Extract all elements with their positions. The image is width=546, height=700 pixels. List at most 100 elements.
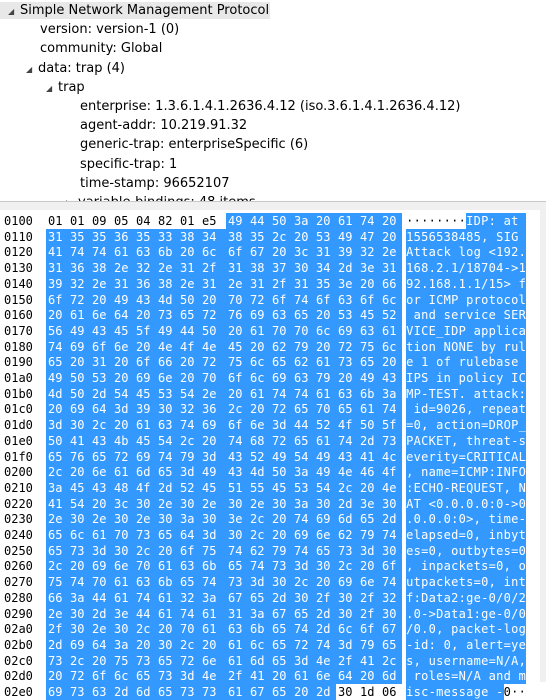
ascii-char[interactable]: 2 [518, 589, 526, 606]
ascii-char[interactable]: y [496, 370, 504, 386]
ascii-char[interactable]: 8 [451, 228, 459, 245]
hex-byte[interactable]: 61 [156, 558, 178, 575]
hex-byte[interactable]: 73 [336, 354, 358, 371]
hex-byte[interactable]: 2f [358, 605, 380, 622]
ascii-char[interactable]: d [421, 401, 429, 418]
ascii-char[interactable]: S [496, 228, 504, 245]
ascii-char[interactable]: t [488, 621, 496, 638]
hex-byte[interactable]: 2c [248, 527, 270, 543]
hex-byte[interactable]: 72 [270, 432, 292, 449]
hex-byte[interactable]: 65 [292, 307, 314, 324]
ascii-char[interactable]: M [406, 385, 414, 402]
ascii-char[interactable]: s [413, 684, 421, 700]
hex-byte[interactable]: 66 [46, 589, 68, 606]
ascii-char[interactable]: R [518, 307, 526, 324]
hex-byte[interactable]: 30 [68, 621, 90, 638]
hex-byte[interactable]: 6e [112, 558, 134, 575]
ascii-char[interactable]: - [481, 589, 489, 606]
ascii-char[interactable]: 2 [511, 244, 519, 261]
ascii-char[interactable]: a [511, 401, 519, 418]
ascii-char[interactable]: p [481, 322, 489, 339]
ascii-char[interactable]: u [511, 338, 519, 355]
hex-byte[interactable]: 63 [226, 621, 248, 638]
hex-byte[interactable]: 74 [90, 244, 112, 261]
hex-byte[interactable]: 70 [314, 401, 336, 418]
hex-byte[interactable]: 69 [68, 401, 90, 418]
ascii-char[interactable] [443, 542, 451, 559]
ascii-char[interactable]: O [518, 464, 526, 481]
hex-byte[interactable]: 2c [336, 558, 358, 575]
ascii-char[interactable]: - [421, 605, 429, 622]
hex-byte[interactable]: 53 [292, 479, 314, 496]
ascii-char[interactable]: a [496, 432, 504, 449]
ascii-char[interactable]: N [458, 338, 466, 355]
hex-byte[interactable]: 6f [270, 291, 292, 308]
ascii-char[interactable]: 5 [473, 228, 481, 245]
ascii-char[interactable]: / [511, 589, 519, 606]
hex-byte[interactable]: 73 [336, 542, 358, 559]
hex-byte[interactable]: 20 [156, 542, 178, 559]
hex-byte[interactable]: 20 [68, 558, 90, 575]
ascii-char[interactable]: I [496, 448, 504, 465]
hex-byte[interactable]: 2d [90, 385, 112, 402]
hex-byte[interactable]: 74 [200, 574, 226, 591]
ascii-char[interactable]: = [503, 636, 511, 653]
hex-byte[interactable]: 61 [112, 574, 134, 591]
ascii-char[interactable]: = [473, 574, 481, 591]
ascii-char[interactable]: t [473, 558, 481, 575]
ascii-char[interactable] [421, 291, 429, 308]
ascii-char[interactable]: : [473, 605, 481, 622]
ascii-char[interactable]: 0 [504, 684, 512, 700]
hex-byte[interactable]: 6b [358, 385, 380, 402]
ascii-char[interactable]: N [443, 338, 451, 355]
hex-byte[interactable]: 30 [112, 621, 134, 638]
hex-byte[interactable]: 2e [90, 511, 112, 528]
hex-byte[interactable]: 63 [336, 385, 358, 402]
hex-byte[interactable]: 75 [46, 574, 68, 591]
hex-byte[interactable]: 69 [46, 684, 68, 700]
hex-byte[interactable]: 73 [270, 558, 292, 575]
ascii-char[interactable]: t [503, 432, 511, 449]
hex-byte[interactable]: 35 [248, 228, 270, 245]
hex-byte[interactable]: 6f [358, 291, 380, 308]
ascii-char[interactable]: e [518, 636, 526, 653]
hex-byte[interactable]: 2c [46, 558, 68, 575]
ascii-char[interactable]: = [511, 542, 519, 559]
ascii-char[interactable]: d [421, 636, 429, 653]
ascii-char[interactable]: r [481, 432, 489, 449]
ascii-char[interactable] [481, 527, 489, 543]
ascii-char[interactable]: I [466, 213, 474, 229]
ascii-char[interactable]: E [481, 479, 489, 496]
ascii-char[interactable] [473, 338, 481, 355]
ascii-char[interactable]: i [496, 511, 504, 528]
hex-byte[interactable]: 54 [292, 448, 314, 465]
hex-byte[interactable]: 6c [248, 636, 270, 653]
ascii-char[interactable]: V [406, 322, 414, 339]
ascii-char[interactable]: = [458, 448, 466, 465]
ascii-char[interactable]: 0 [443, 401, 451, 418]
hex-byte[interactable]: 20 [358, 558, 380, 575]
ascii-char[interactable]: T [496, 479, 504, 496]
hex-byte[interactable]: 2e [156, 495, 178, 512]
hex-byte[interactable]: 34 [314, 260, 336, 277]
ascii-char[interactable]: l [518, 291, 526, 308]
hex-byte[interactable]: 56 [46, 322, 68, 339]
ascii-char[interactable]: c [503, 385, 511, 402]
hex-byte[interactable]: 20 [178, 370, 200, 386]
ascii-char[interactable]: D [421, 589, 429, 606]
hex-byte[interactable]: 6c [248, 354, 270, 371]
hex-byte[interactable]: 6c [380, 291, 402, 308]
hex-byte[interactable]: 20 [200, 432, 226, 449]
hex-byte[interactable]: 3d [270, 417, 292, 434]
hex-byte[interactable]: 30 [112, 511, 134, 528]
hex-byte[interactable]: 54 [314, 479, 336, 496]
hex-byte[interactable]: 6f [380, 558, 402, 575]
hex-byte[interactable]: 69 [134, 370, 156, 386]
hex-byte[interactable]: 3e [358, 495, 380, 512]
ascii-char[interactable] [511, 479, 519, 496]
hex-byte[interactable]: 61 [226, 684, 248, 700]
hex-byte[interactable]: 20 [178, 244, 200, 261]
hex-byte[interactable]: 73 [68, 684, 90, 700]
hex-byte[interactable]: 61 [226, 636, 248, 653]
hex-byte[interactable]: 20 [270, 511, 292, 528]
